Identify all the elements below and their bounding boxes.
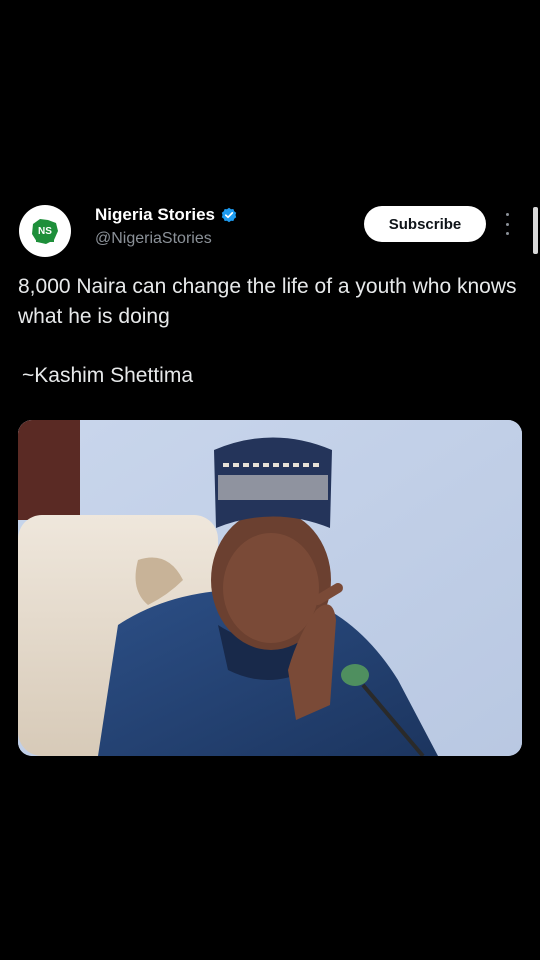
nigeria-stories-logo-icon: NS bbox=[32, 219, 58, 244]
author-avatar[interactable]: NS bbox=[19, 205, 71, 257]
post-card: NS Nigeria Stories @NigeriaStories Subsc… bbox=[0, 0, 540, 960]
author-name-row: Nigeria Stories bbox=[95, 205, 237, 225]
post-quote-attribution: ~Kashim Shettima bbox=[22, 364, 193, 387]
more-options-icon[interactable] bbox=[500, 213, 514, 235]
author-handle[interactable]: @NigeriaStories bbox=[95, 230, 212, 248]
portrait-photo-image bbox=[18, 420, 522, 756]
verified-badge-icon bbox=[221, 207, 237, 223]
author-name[interactable]: Nigeria Stories bbox=[95, 205, 215, 225]
subscribe-button[interactable]: Subscribe bbox=[364, 206, 486, 242]
svg-text:NS: NS bbox=[38, 226, 52, 237]
post-media-photo[interactable] bbox=[18, 420, 522, 756]
scroll-indicator bbox=[533, 207, 538, 254]
post-body-text: 8,000 Naira can change the life of a you… bbox=[18, 275, 517, 328]
